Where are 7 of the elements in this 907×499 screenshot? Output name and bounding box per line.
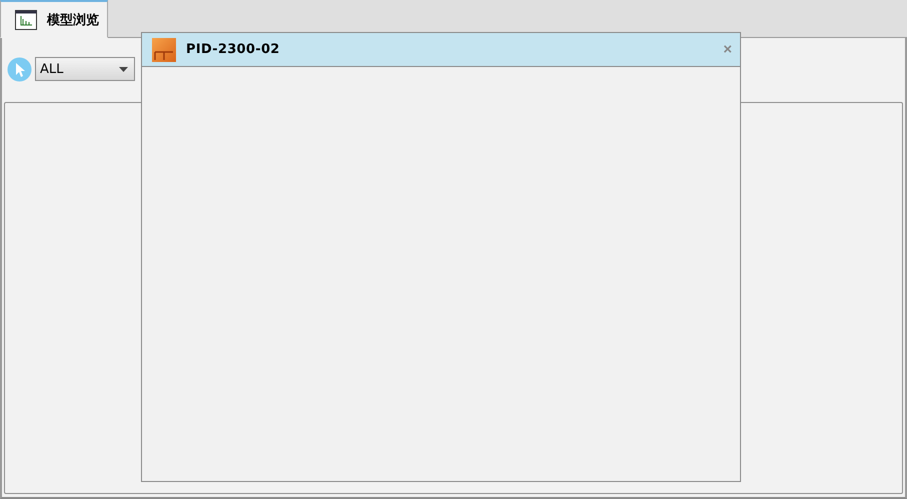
chart-window-icon: [15, 10, 37, 30]
app-logo-icon: [152, 38, 176, 62]
filter-dropdown[interactable]: ALL: [35, 57, 135, 81]
dialog-title: PID-2300-02: [186, 42, 281, 57]
caret-icon: [119, 66, 128, 72]
tab[interactable]: 模型浏览: [0, 0, 108, 38]
cursor-icon[interactable]: [7, 56, 32, 82]
